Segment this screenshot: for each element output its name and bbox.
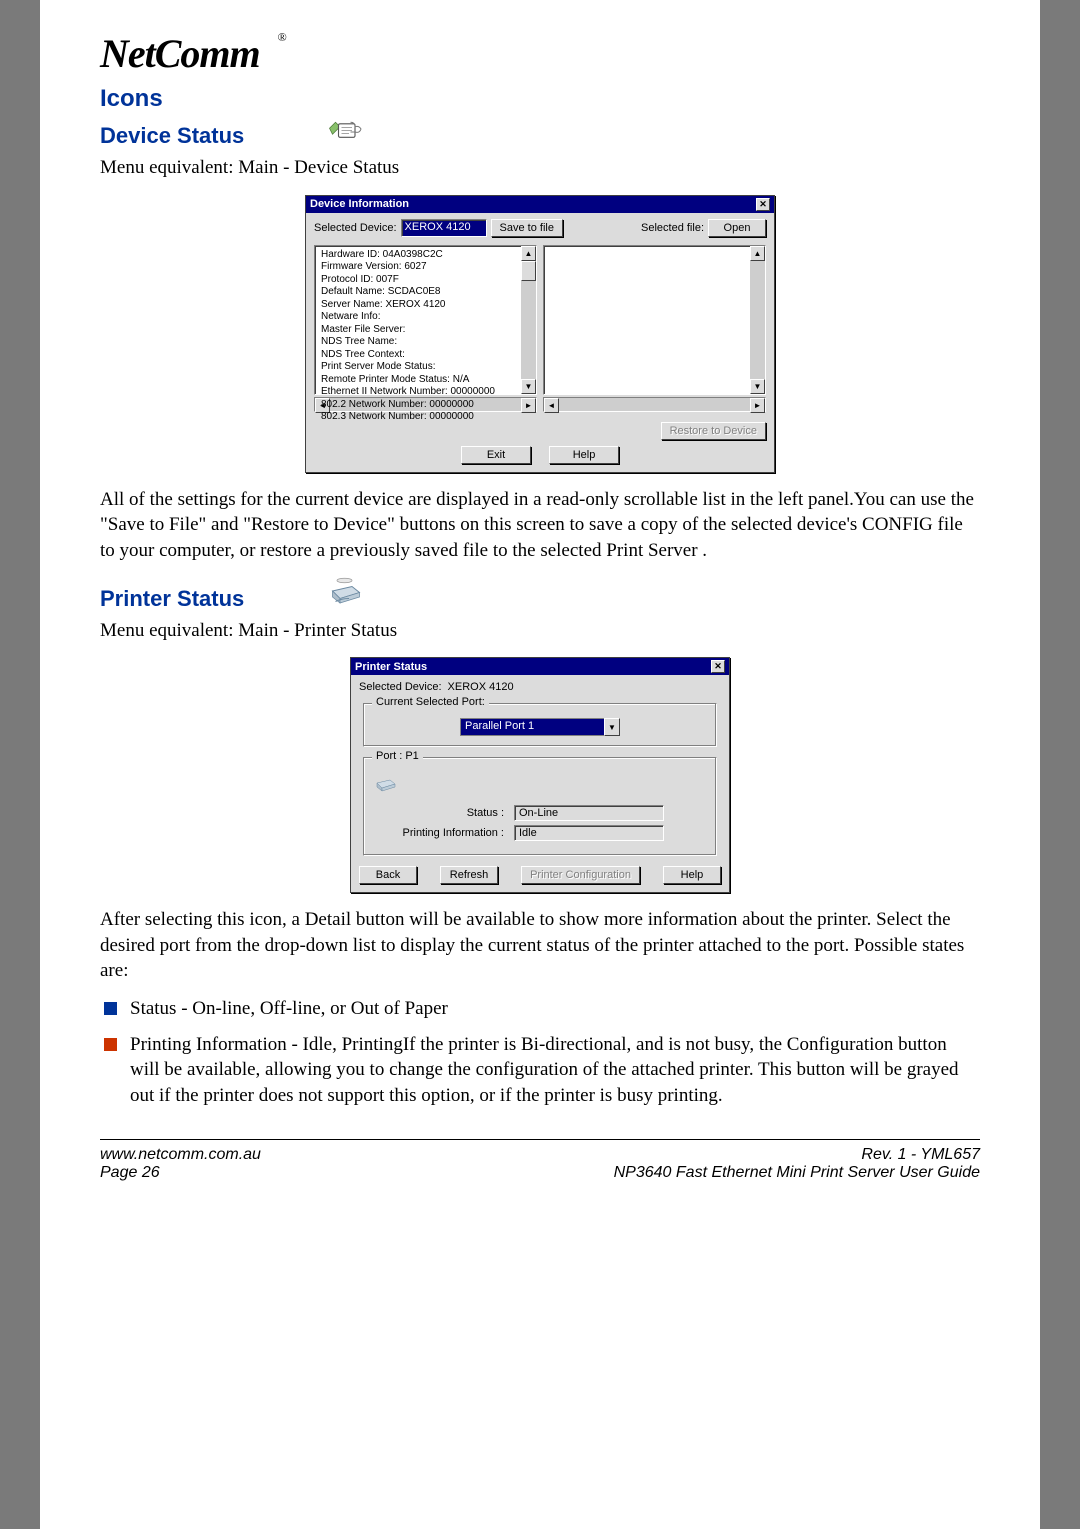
logo-text: NetComm	[100, 30, 260, 77]
device-menu-equivalent: Menu equivalent: Main - Device Status	[100, 155, 980, 181]
selected-device-field[interactable]: XEROX 4120	[401, 219, 487, 237]
printing-info-value: Idle	[514, 825, 664, 841]
dialog-titlebar: Printer Status ✕	[351, 658, 729, 675]
port-p1-group: Port : P1 Status : On-Line Printing Info…	[363, 757, 717, 856]
help-button[interactable]: Help	[663, 866, 721, 884]
device-status-description: All of the settings for the current devi…	[100, 487, 980, 564]
printer-icon	[328, 576, 364, 611]
dialog-title: Device Information	[310, 198, 409, 210]
printer-status-dialog: Printer Status ✕ Selected Device: XEROX …	[350, 657, 730, 893]
scroll-right-icon[interactable]: ►	[750, 398, 765, 413]
footer-url: www.netcomm.com.au	[100, 1146, 261, 1164]
restore-to-device-button[interactable]: Restore to Device	[661, 422, 766, 440]
section-heading-icons: Icons	[100, 85, 980, 113]
heading-device-status: Device Status	[100, 123, 244, 149]
bullet-list: Status - On-line, Off-line, or Out of Pa…	[100, 996, 980, 1109]
dialog-title: Printer Status	[355, 661, 427, 673]
registered-mark: ®	[278, 30, 287, 44]
status-value: On-Line	[514, 805, 664, 821]
port-dropdown-value: Parallel Port 1	[460, 718, 604, 736]
status-label: Status :	[374, 807, 514, 819]
port-dropdown[interactable]: Parallel Port 1 ▼	[460, 718, 620, 736]
vertical-scrollbar[interactable]: ▲ ▼	[750, 246, 765, 394]
selected-device-value: XEROX 4120	[448, 681, 514, 693]
brand-logo: NetComm ®	[100, 30, 980, 77]
close-icon[interactable]: ✕	[756, 198, 770, 211]
scroll-down-icon[interactable]: ▼	[521, 379, 536, 394]
scroll-down-icon[interactable]: ▼	[750, 379, 765, 394]
printer-menu-equivalent: Menu equivalent: Main - Printer Status	[100, 618, 980, 644]
footer-revision: Rev. 1 - YML657	[614, 1146, 980, 1164]
chevron-down-icon[interactable]: ▼	[604, 718, 620, 736]
groupbox-legend: Port : P1	[372, 750, 423, 762]
printer-small-icon	[374, 772, 706, 797]
printer-configuration-button[interactable]: Printer Configuration	[521, 866, 640, 884]
groupbox-legend: Current Selected Port:	[372, 696, 489, 708]
page-footer: www.netcomm.com.au Page 26 Rev. 1 - YML6…	[100, 1146, 980, 1182]
selected-file-label: Selected file:	[641, 222, 704, 234]
exit-button[interactable]: Exit	[461, 446, 531, 464]
dialog-titlebar: Device Information ✕	[306, 196, 774, 213]
close-icon[interactable]: ✕	[711, 660, 725, 673]
list-item: Printing Information - Idle, PrintingIf …	[100, 1032, 980, 1109]
device-information-dialog: Device Information ✕ Selected Device: XE…	[305, 195, 775, 473]
back-button[interactable]: Back	[359, 866, 417, 884]
footer-divider	[100, 1139, 980, 1140]
document-page: NetComm ® Icons Device Status Menu equiv…	[40, 0, 1040, 1529]
refresh-button[interactable]: Refresh	[440, 866, 498, 884]
printing-info-label: Printing Information :	[374, 827, 514, 839]
device-file-icon	[328, 116, 364, 147]
heading-printer-status: Printer Status	[100, 586, 244, 612]
scroll-left-icon[interactable]: ◄	[544, 398, 559, 413]
device-info-listbox[interactable]: Hardware ID: 04A0398C2C Firmware Version…	[314, 245, 537, 395]
selected-file-listbox[interactable]: ▲ ▼	[543, 245, 766, 395]
list-item: Status - On-line, Off-line, or Out of Pa…	[100, 996, 980, 1022]
footer-page: Page 26	[100, 1164, 261, 1182]
current-selected-port-group: Current Selected Port: Parallel Port 1 ▼	[363, 703, 717, 747]
selected-device-label: Selected Device:	[314, 222, 397, 234]
printer-status-description: After selecting this icon, a Detail butt…	[100, 907, 980, 984]
footer-guide: NP3640 Fast Ethernet Mini Print Server U…	[614, 1164, 980, 1182]
horizontal-scrollbar[interactable]: ◄ ►	[543, 397, 766, 412]
selected-device-label: Selected Device:	[359, 681, 442, 693]
vertical-scrollbar[interactable]: ▲ ▼	[521, 246, 536, 394]
save-to-file-button[interactable]: Save to file	[491, 219, 563, 237]
help-button[interactable]: Help	[549, 446, 619, 464]
scroll-up-icon[interactable]: ▲	[750, 246, 765, 261]
device-info-lines: Hardware ID: 04A0398C2C Firmware Version…	[315, 246, 536, 427]
open-button[interactable]: Open	[708, 219, 766, 237]
scroll-up-icon[interactable]: ▲	[521, 246, 536, 261]
